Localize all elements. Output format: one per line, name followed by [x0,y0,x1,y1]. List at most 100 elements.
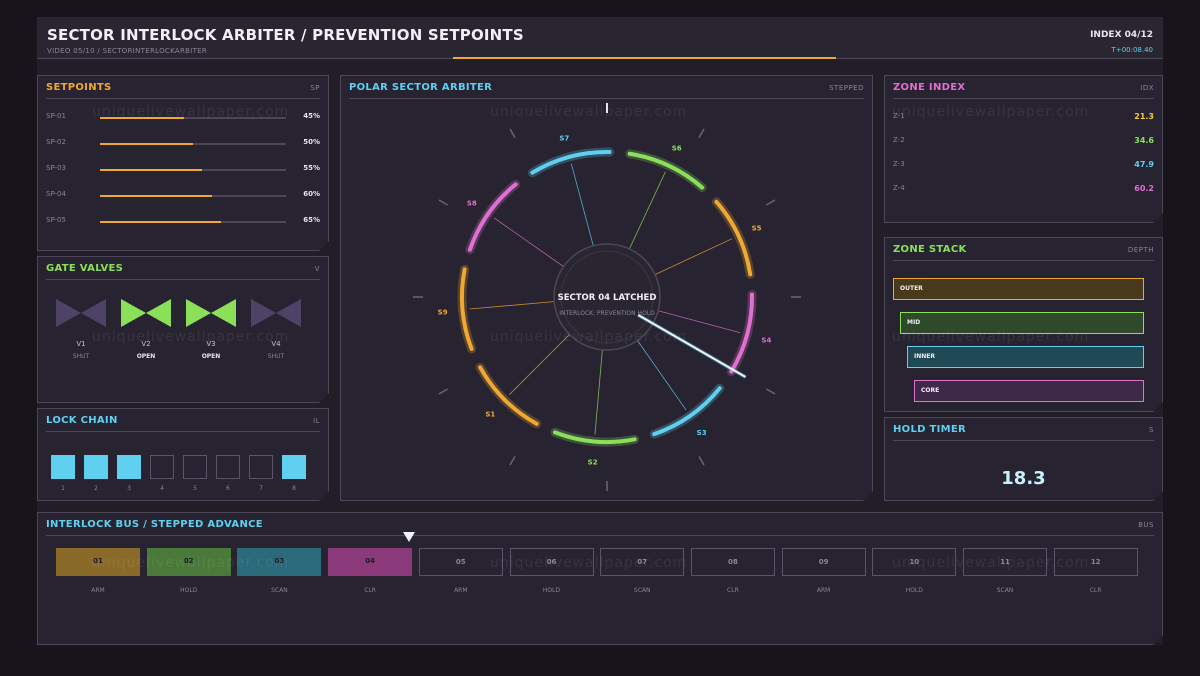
bus-cell-label: SCAN [271,587,288,594]
bus-cell-label: SCAN [996,587,1014,594]
bus-cell-label: SCAN [633,587,651,594]
zone-index-row: Z-1 21.3 [893,112,1154,124]
setpoint-value: 55% [303,164,320,172]
setpoint-row: SP-02 50% [46,138,320,150]
dial-tick [439,200,448,205]
setpoint-row: SP-05 65% [46,216,320,228]
setpoint-track [100,117,286,119]
valve-label: V3 [206,340,216,348]
valve-state: SHUT [72,353,90,360]
valve-label: V4 [271,340,281,348]
bus-cell-label: HOLD [905,587,923,594]
lock-chain-number: 5 [193,485,197,492]
lock-chain-cell [183,455,207,479]
lock-chain-number: 2 [94,485,98,492]
setpoints-panel: SETPOINTS SP SP-01 45% SP-02 50% SP-03 55% SP-… [37,75,329,251]
hold-timer-tag: S [1149,426,1154,434]
sector-spoke [657,310,740,332]
bus-cell-label: HOLD [542,587,561,594]
hold-timer-panel: HOLD TIMER S 18.3 [884,417,1163,501]
interlock-bus-panel: INTERLOCK BUS / STEPPED ADVANCE BUS [37,512,1163,645]
valve-state: OPEN [136,353,156,360]
zone-stack-bar: MID [900,312,1144,334]
bus-cell-label: ARM [816,587,831,594]
bus-title: INTERLOCK BUS / STEPPED ADVANCE [46,519,263,530]
divider [893,260,1154,261]
zone-label: Z-4 [893,184,905,192]
gate-valve-icon [186,297,236,329]
bus-cell: 09 [781,548,866,576]
bus-cell: 03 [237,548,322,576]
sector-spoke [571,164,593,247]
lock-chain-cell [117,455,141,479]
center-status-title: SECTOR 04 LATCHED [558,293,657,303]
lock-chain-cell [282,455,306,479]
setpoint-value: 50% [303,138,320,146]
bus-cell-label: ARM [454,587,468,594]
bus-cell: 07 [600,548,685,576]
bus-cell: 12 [1053,548,1138,576]
setpoint-track [100,221,286,223]
bus-cell-label: CLR [364,587,376,594]
sector-label: S3 [697,429,707,437]
lock-chain-number: 3 [127,485,131,492]
sector-label: S2 [588,458,598,466]
valve-state: OPEN [201,353,221,360]
sector-spoke [595,349,602,435]
dial-tick [699,456,704,465]
sector-label: S6 [672,144,682,152]
center-status-subtitle: INTERLOCK: PREVENTION HOLD [559,310,655,317]
sector-label: S9 [438,308,448,316]
bus-tag: BUS [1138,521,1154,529]
zone-index-row: Z-3 47.9 [893,160,1154,172]
bus-step-pointer [403,532,415,542]
setpoint-value: 45% [303,112,320,120]
zone-index-title: ZONE INDEX [893,82,966,93]
lock-chain-number: 6 [226,485,230,492]
gate-valve-icon [121,297,171,329]
sector-arc-glow [630,154,702,188]
sector-label: S1 [485,411,495,419]
lock-chain-number: 8 [292,485,296,492]
divider [46,279,320,280]
lock-chain-tag: IL [313,417,320,425]
setpoint-fill [100,195,212,197]
dial-tick [766,389,775,394]
setpoint-label: SP-01 [46,112,66,120]
dial-tick [699,129,704,138]
header-bar: SECTOR INTERLOCK ARBITER / PREVENTION SE… [37,17,1163,59]
zone-label: Z-3 [893,160,905,168]
sector-spoke [494,218,564,267]
bus-cell: 10 [872,548,957,576]
zone-stack-tag: DEPTH [1127,246,1154,254]
zone-stack-bar: INNER [907,346,1144,368]
zone-value: 34.6 [1134,136,1154,145]
setpoint-track [100,195,286,197]
setpoint-label: SP-04 [46,190,66,198]
zone-value: 21.3 [1134,112,1154,121]
zone-label: Z-2 [893,136,905,144]
setpoint-fill [100,169,202,171]
gate-valves-panel: GATE VALVES V V1 SHUT V2 OPEN V3 OPEN V4 SHUT [37,256,329,403]
sector-spoke [654,239,732,275]
bus-cell: 04 [328,548,413,576]
sector-arc-glow [654,388,719,434]
bus-cell: 05 [418,548,503,576]
sector-spoke [509,334,570,395]
header-progress-bar [453,57,836,59]
divider [893,440,1154,441]
setpoint-value: 65% [303,216,320,224]
gate-valves-tag: V [314,265,320,273]
divider [893,98,1154,99]
lock-chain-cell [249,455,273,479]
polar-arbiter-panel: POLAR SECTOR ARBITER STEPPED S1 S2 S3 S4 S5 S… [340,75,873,501]
hold-timer-value: 18.3 [1001,468,1046,489]
sector-label: S7 [559,135,569,143]
setpoint-label: SP-02 [46,138,66,146]
lock-chain-number: 4 [160,485,164,492]
setpoint-fill [100,221,221,223]
sector-label: S5 [752,224,762,232]
sector-spoke [629,172,665,250]
bus-cell-label: ARM [91,587,105,594]
setpoint-value: 60% [303,190,320,198]
